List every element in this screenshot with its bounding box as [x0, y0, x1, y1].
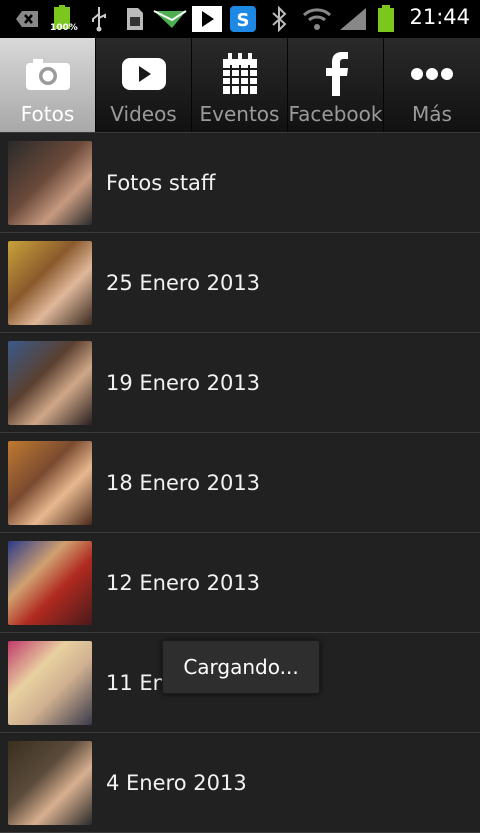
loading-toast: Cargando... [162, 640, 320, 694]
album-thumbnail [8, 740, 92, 825]
list-item[interactable]: 12 Enero 2013 [0, 533, 480, 633]
mail-icon [152, 6, 188, 32]
sim-icon [124, 6, 146, 32]
album-title: 18 Enero 2013 [106, 470, 261, 495]
album-thumbnail [8, 340, 92, 425]
tab-label: Facebook [288, 102, 383, 126]
tab-label: Más [412, 102, 452, 126]
clock: 21:44 [409, 5, 470, 29]
album-thumbnail [8, 540, 92, 625]
battery-full-icon [376, 5, 396, 32]
list-item[interactable]: Fotos staff [0, 133, 480, 233]
tab-facebook[interactable]: Facebook [288, 38, 384, 132]
wifi-icon [302, 6, 332, 32]
tab-label: Videos [110, 102, 177, 126]
tab-label: Fotos [20, 102, 75, 126]
tab-videos[interactable]: Videos [96, 38, 192, 132]
tab-mas[interactable]: Más [384, 38, 480, 132]
list-item[interactable]: 18 Enero 2013 [0, 433, 480, 533]
list-item[interactable]: 25 Enero 2013 [0, 233, 480, 333]
more-icon [402, 48, 462, 100]
camera-icon [18, 48, 78, 100]
album-thumbnail [8, 440, 92, 525]
album-list: Fotos staff 25 Enero 2013 19 Enero 2013 … [0, 133, 480, 833]
album-title: 25 Enero 2013 [106, 270, 261, 295]
tab-bar: Fotos Videos Eventos Facebook Más [0, 38, 480, 133]
back-icon [14, 6, 40, 32]
play-store-icon [192, 6, 222, 32]
album-title: 4 Enero 2013 [106, 770, 247, 795]
battery-percent-label: 100% [50, 23, 78, 33]
list-item[interactable]: 19 Enero 2013 [0, 333, 480, 433]
album-title: Fotos staff [106, 170, 216, 195]
bluetooth-icon [270, 6, 288, 32]
svg-text:S: S [237, 10, 250, 31]
tab-eventos[interactable]: Eventos [192, 38, 288, 132]
album-thumbnail [8, 640, 92, 725]
status-bar: 100% S 21:44 [0, 0, 480, 38]
signal-icon [338, 6, 368, 32]
facebook-icon [306, 48, 366, 100]
list-item[interactable]: 4 Enero 2013 [0, 733, 480, 833]
album-title: 12 Enero 2013 [106, 570, 261, 595]
play-icon [114, 48, 174, 100]
album-thumbnail [8, 140, 92, 225]
skype-icon: S [230, 6, 256, 32]
usb-icon [88, 6, 110, 32]
calendar-icon [210, 48, 270, 100]
album-thumbnail [8, 240, 92, 325]
album-title: 19 Enero 2013 [106, 370, 261, 395]
tab-label: Eventos [199, 102, 280, 126]
tab-fotos[interactable]: Fotos [0, 38, 96, 132]
